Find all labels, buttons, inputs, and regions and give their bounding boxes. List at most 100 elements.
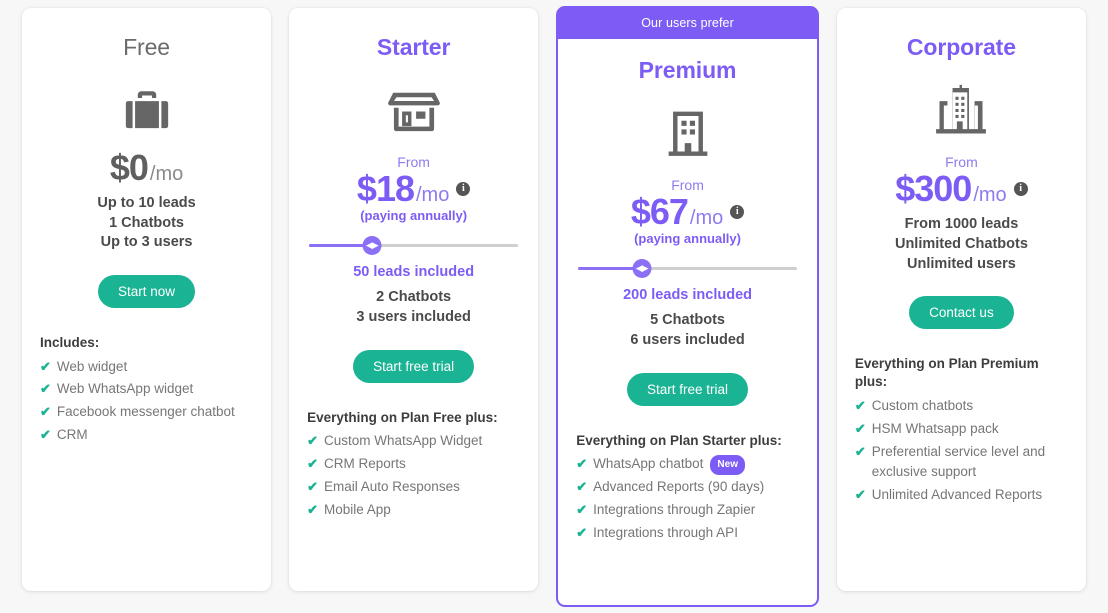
feature-label: Web WhatsApp widget [56, 381, 194, 397]
check-icon: ✔ [576, 479, 588, 495]
check-icon: ✔ [854, 487, 866, 503]
spec-line: 1 Chatbots [109, 214, 184, 231]
check-icon: ✔ [40, 404, 51, 420]
check-icon: ✔ [854, 397, 866, 413]
info-icon[interactable]: i [730, 205, 745, 220]
feature-label: Custom WhatsApp Widget [324, 433, 483, 449]
start-now-button[interactable]: Start now [98, 274, 196, 308]
feature-item: ✔ Email Auto Responses [307, 476, 520, 499]
price-row-premium: $67 /mo i [576, 194, 799, 230]
plan-specs-starter: 2 Chatbots 3 users included [307, 288, 520, 327]
spec-line: Unlimited Chatbots [894, 235, 1028, 252]
leads-slider-starter[interactable]: ◀▶ [309, 235, 519, 255]
price-period-corporate: /mo [973, 184, 1007, 207]
features-list-premium: Everything on Plan Starter plus: ✔ Whats… [576, 432, 799, 546]
features-list-starter: Everything on Plan Free plus: ✔ Custom W… [307, 409, 520, 523]
features-list-free: Includes: ✔ Web widget ✔ Web WhatsApp wi… [40, 334, 253, 448]
cta-wrap: Start free trial [576, 372, 799, 406]
feature-label: Custom chatbots [871, 397, 974, 413]
feature-label: CRM Reports [324, 456, 406, 472]
pricing-card-starter: Starter From $18 /mo i (paying annually)… [289, 8, 539, 591]
start-free-trial-button-starter[interactable]: Start free trial [353, 349, 475, 383]
pricing-plans-grid: Free $0 /mo Up to 10 leads 1 Chatbots Up… [0, 0, 1108, 613]
spec-line: 5 Chatbots [650, 312, 725, 329]
spec-line: 6 users included [630, 331, 745, 348]
features-heading: Everything on Plan Premium plus: [854, 356, 1039, 389]
check-icon: ✔ [576, 502, 588, 518]
annually-note-starter: (paying annually) [360, 208, 468, 224]
features-list-corporate: Everything on Plan Premium plus: ✔ Custo… [855, 355, 1068, 507]
plan-title-corporate: Corporate [906, 34, 1016, 60]
feature-label: Unlimited Advanced Reports [871, 487, 1043, 503]
feature-label: Web widget [56, 358, 128, 374]
price-period-premium: /mo [689, 207, 724, 230]
check-icon: ✔ [307, 479, 318, 495]
price-amount-starter: $18 [356, 168, 415, 210]
spec-line: Unlimited users [907, 255, 1016, 272]
pricing-card-free: Free $0 /mo Up to 10 leads 1 Chatbots Up… [22, 8, 272, 591]
price-row-starter: $18 /mo i [307, 171, 520, 207]
feature-item: ✔ WhatsApp chatbot New [576, 453, 799, 476]
slider-handle[interactable]: ◀▶ [362, 235, 382, 255]
price-period-free: /mo [149, 163, 184, 185]
check-icon: ✔ [307, 433, 318, 449]
info-icon[interactable]: i [1013, 182, 1028, 197]
plan-title-starter: Starter [376, 34, 451, 60]
feature-item: ✔ Integrations through Zapier [576, 499, 799, 522]
check-icon: ✔ [854, 420, 866, 436]
feature-item: ✔ HSM Whatsapp pack [855, 418, 1068, 441]
briefcase-icon [40, 73, 253, 149]
feature-label: Integrations through Zapier [593, 502, 756, 518]
spec-line: From 1000 leads [904, 216, 1019, 233]
check-icon: ✔ [576, 525, 588, 541]
price-row-corporate: $300 /mo i [855, 171, 1068, 207]
plan-specs-corporate: From 1000 leads Unlimited Chatbots Unlim… [855, 215, 1068, 274]
features-heading: Everything on Plan Free plus: [307, 409, 498, 425]
plan-specs-free: Up to 10 leads 1 Chatbots Up to 3 users [40, 194, 253, 253]
slider-handle[interactable]: ◀▶ [632, 258, 652, 278]
spec-line: Up to 3 users [100, 234, 193, 251]
features-heading: Everything on Plan Starter plus: [576, 432, 782, 448]
spec-line: 3 users included [356, 308, 471, 325]
plan-title-free: Free [123, 34, 170, 60]
features-heading: Includes: [40, 334, 100, 350]
check-icon: ✔ [854, 443, 866, 459]
pricing-card-corporate: Corporate From $300 /mo i From 1000 lead… [836, 8, 1086, 591]
feature-item: ✔ Advanced Reports (90 days) [576, 476, 799, 499]
start-free-trial-button-premium[interactable]: Start free trial [627, 372, 749, 406]
feature-label: CRM [56, 427, 88, 443]
feature-item: ✔ CRM Reports [307, 453, 520, 476]
feature-item: ✔ Custom WhatsApp Widget [307, 430, 520, 453]
spec-line: Up to 10 leads [97, 195, 196, 211]
feature-item: ✔ Web WhatsApp widget [40, 378, 253, 401]
cta-wrap: Start now [40, 274, 253, 308]
feature-item: ✔ Integrations through API [576, 522, 799, 545]
feature-label: Mobile App [324, 502, 391, 518]
feature-label: HSM Whatsapp pack [871, 420, 999, 436]
price-period-starter: /mo [416, 184, 450, 207]
info-icon[interactable]: i [456, 182, 471, 197]
price-row-free: $0 /mo [40, 150, 253, 186]
office-building-icon [576, 96, 799, 172]
plan-specs-premium: 5 Chatbots 6 users included [576, 311, 799, 350]
feature-item: ✔ Custom chatbots [855, 395, 1068, 418]
cta-wrap: Contact us [855, 296, 1068, 330]
check-icon: ✔ [40, 358, 51, 374]
feature-label: Advanced Reports (90 days) [593, 479, 765, 495]
price-amount-corporate: $300 [895, 168, 972, 210]
city-buildings-icon [855, 73, 1068, 149]
check-icon: ✔ [307, 502, 318, 518]
feature-item: ✔ Mobile App [307, 499, 520, 522]
leads-slider-premium[interactable]: ◀▶ [578, 258, 797, 278]
new-badge: New [710, 455, 745, 475]
price-amount-premium: $67 [630, 191, 689, 233]
feature-item: ✔ Web widget [40, 356, 253, 379]
leads-included-premium: 200 leads included [623, 287, 753, 304]
feature-label: Facebook messenger chatbot [56, 404, 235, 420]
check-icon: ✔ [307, 456, 318, 472]
contact-us-button[interactable]: Contact us [909, 296, 1014, 330]
annually-note-premium: (paying annually) [634, 231, 741, 247]
featured-ribbon: Our users prefer [558, 8, 817, 39]
feature-item: ✔ Facebook messenger chatbot [40, 401, 253, 424]
check-icon: ✔ [40, 381, 51, 397]
